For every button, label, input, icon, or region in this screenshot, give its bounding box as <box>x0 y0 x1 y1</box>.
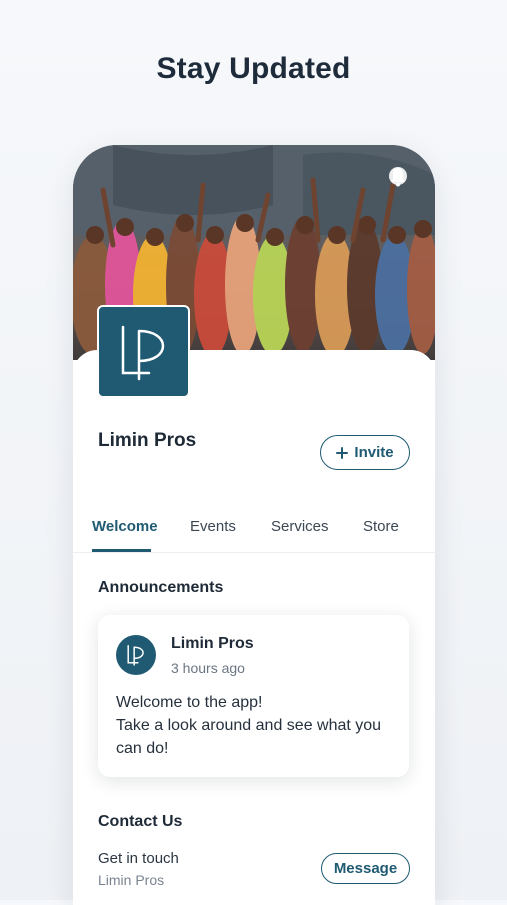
tab-active-indicator <box>92 549 151 552</box>
post-author: Limin Pros <box>171 635 254 652</box>
post-line: Take a look around and see what you <box>116 717 382 734</box>
org-logo <box>97 305 190 398</box>
bell-icon[interactable] <box>389 167 407 187</box>
tab-events[interactable]: Events <box>190 518 236 535</box>
post-body: Welcome to the app! Take a look around a… <box>116 691 401 760</box>
tab-store[interactable]: Store <box>363 518 399 535</box>
invite-label: Invite <box>354 444 394 461</box>
contact-label: Get in touch <box>98 850 179 867</box>
post-line: Welcome to the app! <box>116 694 263 711</box>
announcement-card[interactable]: Limin Pros 3 hours ago Welcome to the ap… <box>98 615 409 777</box>
contact-title: Contact Us <box>98 813 183 830</box>
contact-subtitle: Limin Pros <box>98 872 165 888</box>
page-headline: Stay Updated <box>156 52 351 85</box>
plus-icon <box>336 446 349 459</box>
cover-actions: ··· <box>389 167 407 187</box>
invite-button[interactable]: Invite <box>320 435 410 470</box>
lp-logo-icon <box>121 325 164 380</box>
tab-bar: Welcome Events Services Store <box>73 505 435 553</box>
announcements-title: Announcements <box>98 579 224 596</box>
post-line: can do! <box>116 740 169 757</box>
post-timestamp: 3 hours ago <box>171 660 245 676</box>
phone-frame: ··· Limin Pros Invite Welcome Events Ser… <box>73 145 435 905</box>
tab-welcome[interactable]: Welcome <box>92 518 158 535</box>
org-name: Limin Pros <box>98 430 197 451</box>
tab-services[interactable]: Services <box>271 518 329 535</box>
avatar <box>116 635 156 675</box>
lp-logo-icon <box>127 644 144 666</box>
message-button[interactable]: Message <box>321 853 410 884</box>
